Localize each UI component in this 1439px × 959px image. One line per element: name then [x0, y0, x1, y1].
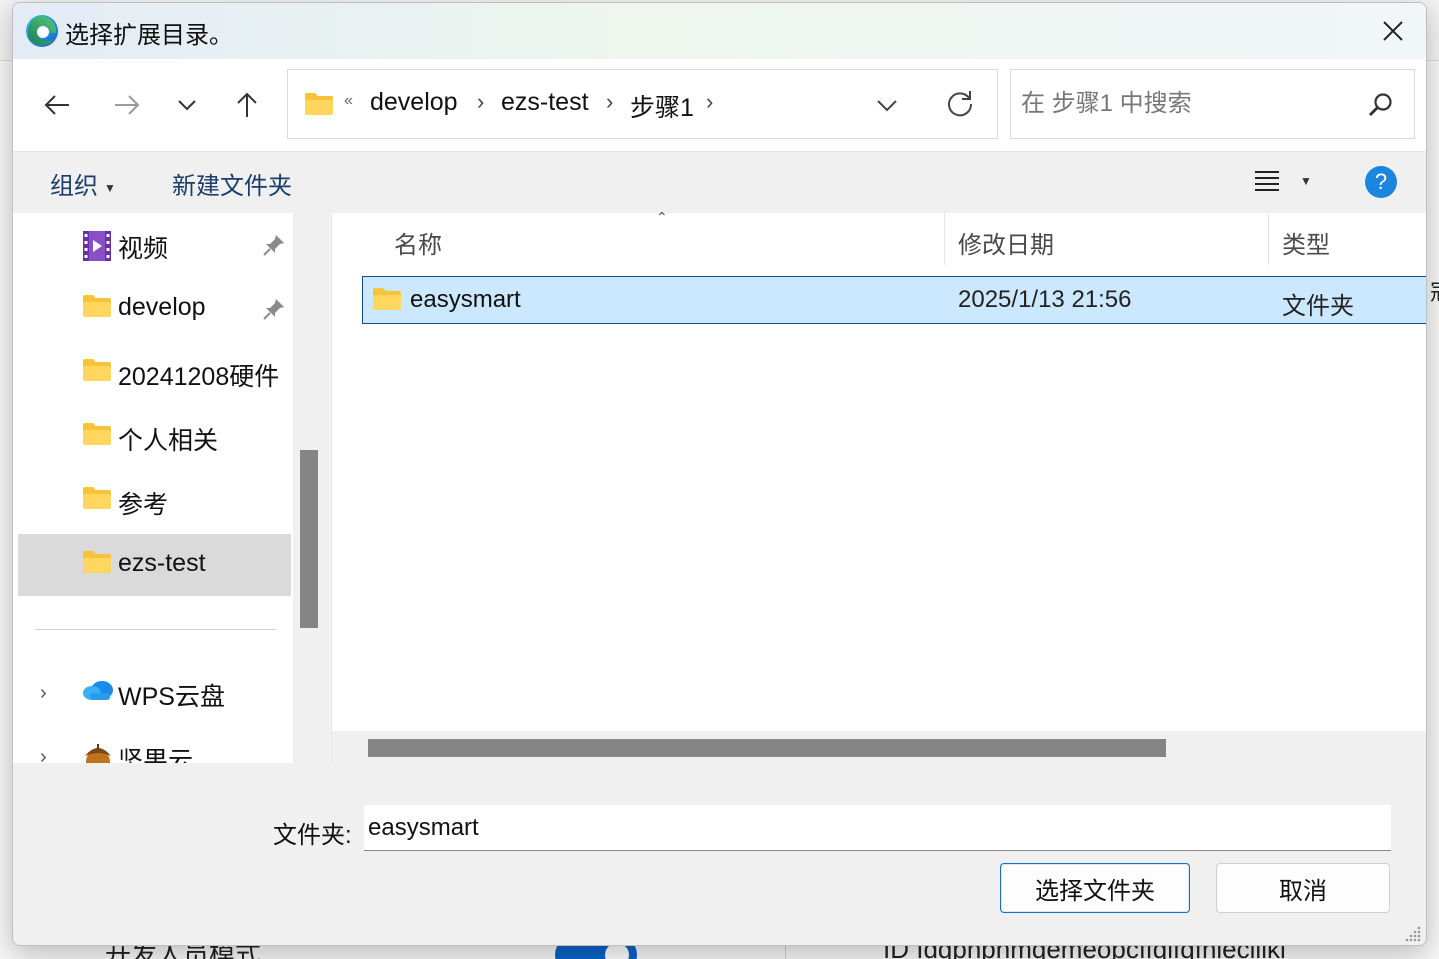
breadcrumb-separator[interactable]: ›	[477, 89, 484, 115]
video-icon	[83, 231, 111, 261]
chevron-down-icon	[178, 100, 196, 111]
column-header-modified[interactable]: 修改日期	[958, 225, 1054, 260]
search-icon[interactable]	[1368, 92, 1394, 118]
sidebar-divider	[35, 629, 276, 630]
folder-picker-dialog: 选择扩展目录。 « develop › ezs-test › 步骤1 › 在 步…	[12, 2, 1427, 946]
sidebar-item-label: 个人相关	[118, 427, 219, 455]
folder-icon	[83, 359, 111, 381]
arrow-right-icon	[115, 95, 140, 115]
chevron-down-icon[interactable]	[876, 92, 898, 118]
background-edge-text: 冠	[1430, 275, 1439, 307]
command-bar: 组织 ▼ 新建文件夹 ▼ ?	[13, 151, 1426, 213]
dialog-title: 选择扩展目录。	[65, 22, 233, 49]
search-input[interactable]	[1021, 84, 1351, 124]
sidebar-item-videos[interactable]: 视频	[18, 214, 291, 276]
breadcrumb-develop[interactable]: develop	[370, 88, 458, 117]
breadcrumb-separator[interactable]: ›	[706, 89, 713, 115]
new-folder-button[interactable]: 新建文件夹	[172, 166, 292, 201]
address-bar[interactable]: « develop › ezs-test › 步骤1 ›	[287, 69, 998, 139]
breadcrumb-ezs-test[interactable]: ezs-test	[501, 88, 589, 117]
resize-grip-icon[interactable]	[1404, 925, 1422, 943]
file-type: 文件夹	[1282, 293, 1354, 320]
sidebar-item-label: develop	[118, 293, 206, 321]
file-modified: 2025/1/13 21:56	[958, 286, 1132, 313]
sidebar-item-jianguoyun[interactable]: › 坚果云	[18, 726, 291, 763]
breadcrumb-step1[interactable]: 步骤1	[630, 88, 694, 124]
folder-icon	[83, 423, 111, 445]
breadcrumb-overflow[interactable]: «	[344, 92, 353, 110]
close-button[interactable]	[1360, 3, 1426, 59]
navigation-pane: 视频 develop 20241208硬件 个人相关 参考 ezs-test ›	[13, 213, 293, 763]
chevron-right-icon[interactable]: ›	[40, 746, 47, 763]
organize-label: 组织	[50, 173, 98, 200]
sidebar-item-label: 坚果云	[118, 747, 194, 763]
file-name: easysmart	[410, 286, 521, 313]
refresh-icon[interactable]	[946, 89, 974, 117]
back-button[interactable]	[37, 81, 77, 129]
sidebar-item-label: 20241208硬件	[118, 363, 280, 391]
folder-icon	[83, 551, 111, 573]
sidebar-item-reference[interactable]: 参考	[18, 470, 291, 532]
file-row[interactable]: easysmart 2025/1/13 21:56 文件夹	[362, 276, 1426, 324]
pin-icon[interactable]	[263, 298, 285, 320]
organize-menu[interactable]: 组织 ▼	[50, 166, 116, 201]
sidebar-item-label: WPS云盘	[118, 683, 225, 711]
title-bar: 选择扩展目录。	[13, 3, 1426, 59]
horizontal-scrollbar[interactable]	[332, 731, 1426, 763]
nut-icon	[85, 744, 111, 763]
folder-field-label: 文件夹:	[273, 822, 352, 849]
column-header-name[interactable]: 名称	[394, 225, 442, 260]
folder-name-input[interactable]	[364, 805, 1391, 851]
caret-down-icon: ▼	[104, 180, 116, 195]
sidebar-item-personal[interactable]: 个人相关	[18, 406, 291, 468]
file-list: ⌃ 名称 修改日期 类型 easysmart 2025/1/13 21:56 文…	[331, 209, 1426, 763]
close-icon	[1383, 21, 1403, 41]
cancel-button[interactable]: 取消	[1216, 863, 1390, 913]
chevron-right-icon[interactable]: ›	[40, 682, 47, 705]
sidebar-item-develop[interactable]: develop	[18, 278, 291, 340]
forward-button[interactable]	[107, 81, 147, 129]
recent-locations-button[interactable]	[167, 81, 207, 129]
column-header-type[interactable]: 类型	[1282, 225, 1330, 260]
sidebar-scrollbar[interactable]	[293, 213, 329, 763]
edge-browser-icon	[26, 15, 58, 47]
arrow-up-icon	[237, 92, 257, 117]
caret-down-icon[interactable]: ▼	[1300, 174, 1312, 188]
sidebar-item-wps-cloud[interactable]: › WPS云盘	[18, 662, 291, 724]
horizontal-scrollbar-thumb[interactable]	[368, 739, 1166, 757]
pin-icon[interactable]	[263, 234, 285, 256]
sidebar-item-20241208-hardware[interactable]: 20241208硬件	[18, 342, 291, 404]
up-button[interactable]	[227, 81, 267, 129]
view-options-icon[interactable]	[1253, 168, 1281, 194]
sidebar-scrollbar-thumb[interactable]	[300, 450, 318, 628]
new-folder-label: 新建文件夹	[172, 173, 292, 200]
folder-icon	[83, 295, 111, 317]
help-button[interactable]: ?	[1365, 166, 1397, 198]
select-folder-button[interactable]: 选择文件夹	[1000, 863, 1190, 913]
breadcrumb-separator[interactable]: ›	[606, 89, 613, 115]
sort-ascending-icon: ⌃	[656, 209, 668, 225]
navigation-bar: « develop › ezs-test › 步骤1 ›	[13, 59, 1426, 151]
sidebar-item-label: ezs-test	[118, 549, 206, 577]
folder-icon	[373, 288, 401, 310]
sidebar-item-label: 视频	[118, 235, 169, 263]
dialog-footer: 文件夹: 选择文件夹 取消	[13, 763, 1426, 945]
sidebar-item-ezs-test[interactable]: ezs-test	[18, 534, 291, 596]
column-divider[interactable]	[944, 213, 945, 265]
column-divider[interactable]	[1268, 213, 1269, 265]
folder-icon	[83, 487, 111, 509]
folder-icon	[305, 93, 333, 115]
sidebar-item-label: 参考	[118, 491, 169, 519]
arrow-left-icon	[44, 95, 69, 115]
search-box[interactable]	[1010, 69, 1415, 139]
cloud-icon	[83, 681, 113, 700]
